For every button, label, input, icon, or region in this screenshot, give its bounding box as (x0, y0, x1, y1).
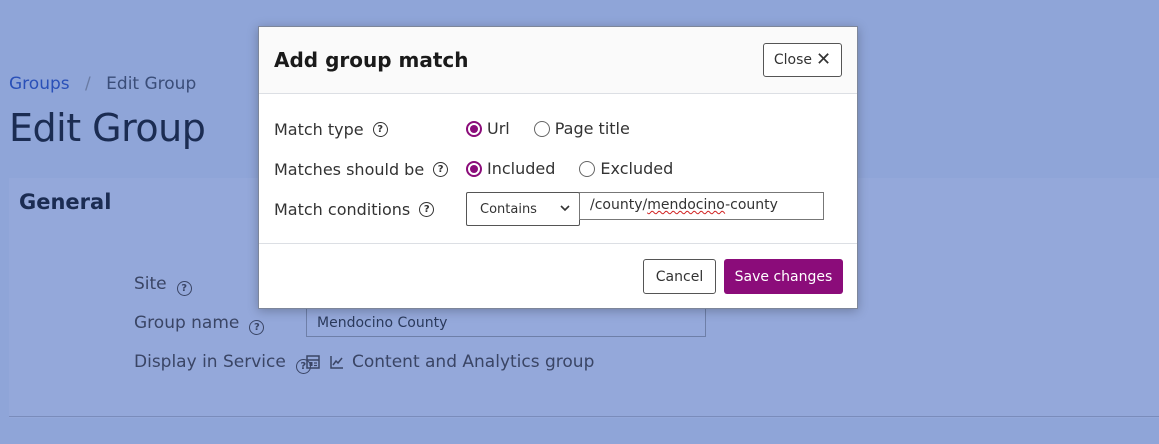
match-type-url-radio[interactable]: Url (466, 119, 510, 138)
group-name-label: Group name (134, 313, 240, 333)
modal-header: Add group match Close ✕ (259, 27, 857, 94)
close-icon: ✕ (816, 49, 832, 70)
excluded-label: Excluded (600, 159, 674, 178)
match-value-input[interactable]: /county/mendocino-county (579, 192, 824, 220)
content-icon (306, 355, 320, 369)
matches-should-be-help-icon[interactable]: ? (433, 162, 449, 177)
match-operator-value: Contains (480, 201, 537, 217)
close-button[interactable]: Close ✕ (763, 43, 842, 77)
matches-should-be-label: Matches should be ? (274, 160, 449, 179)
general-heading: General (19, 190, 112, 214)
breadcrumb: Groups / Edit Group (9, 74, 196, 94)
modal-title: Add group match (274, 48, 469, 72)
match-operator-select[interactable]: Contains (466, 192, 580, 226)
save-changes-button[interactable]: Save changes (724, 259, 843, 294)
excluded-radio[interactable]: Excluded (579, 159, 673, 178)
close-button-label: Close (773, 52, 813, 68)
radio-unchecked-icon[interactable] (579, 160, 596, 177)
match-value-suffix: -county (725, 197, 778, 213)
modal-footer: Cancel Save changes (259, 244, 857, 308)
match-type-radio-group: Url Page title (466, 119, 654, 138)
site-help-icon[interactable]: ? (176, 280, 192, 296)
chevron-down-icon (560, 205, 570, 212)
match-type-label: Match type ? (274, 120, 388, 139)
display-value-text: Content and Analytics group (352, 352, 595, 372)
site-row: Site ? (134, 274, 192, 296)
match-type-page-title-label: Page title (554, 119, 630, 138)
display-value: Content and Analytics group (306, 352, 594, 372)
breadcrumb-current: Edit Group (106, 74, 197, 94)
breadcrumb-separator: / (85, 74, 91, 94)
modal-body: Match type ? Url Page title Matches shou… (259, 94, 857, 244)
match-type-page-title-radio[interactable]: Page title (533, 119, 630, 138)
match-value-misspelled: mendocino (647, 197, 726, 213)
matches-should-be-radio-group: Included Excluded (466, 159, 697, 178)
match-type-url-label: Url (487, 119, 510, 138)
breadcrumb-groups-link[interactable]: Groups (9, 74, 70, 94)
radio-unchecked-icon[interactable] (533, 120, 550, 137)
match-conditions-help-icon[interactable]: ? (419, 202, 435, 217)
match-type-label-text: Match type (274, 120, 364, 139)
matches-should-be-label-text: Matches should be (274, 160, 425, 179)
site-label: Site (134, 274, 167, 294)
radio-checked-icon[interactable] (466, 160, 482, 177)
cancel-button[interactable]: Cancel (643, 259, 716, 294)
match-conditions-label: Match conditions ? (274, 200, 435, 219)
group-name-row: Group name ? (134, 313, 265, 335)
included-label: Included (487, 159, 556, 178)
group-name-help-icon[interactable]: ? (249, 319, 265, 335)
radio-checked-icon[interactable] (466, 120, 482, 137)
add-group-match-modal: Add group match Close ✕ Match type ? Url… (258, 26, 858, 309)
match-type-help-icon[interactable]: ? (372, 122, 388, 137)
divider (9, 416, 1159, 417)
group-name-input[interactable]: Mendocino County (306, 308, 706, 337)
match-value-prefix: /county/ (590, 197, 648, 213)
display-label: Display in Service (134, 352, 286, 372)
match-conditions-label-text: Match conditions (274, 200, 411, 219)
analytics-icon (330, 356, 343, 369)
page-title: Edit Group (9, 106, 206, 150)
included-radio[interactable]: Included (466, 159, 555, 178)
display-row: Display in Service ? (134, 352, 311, 374)
